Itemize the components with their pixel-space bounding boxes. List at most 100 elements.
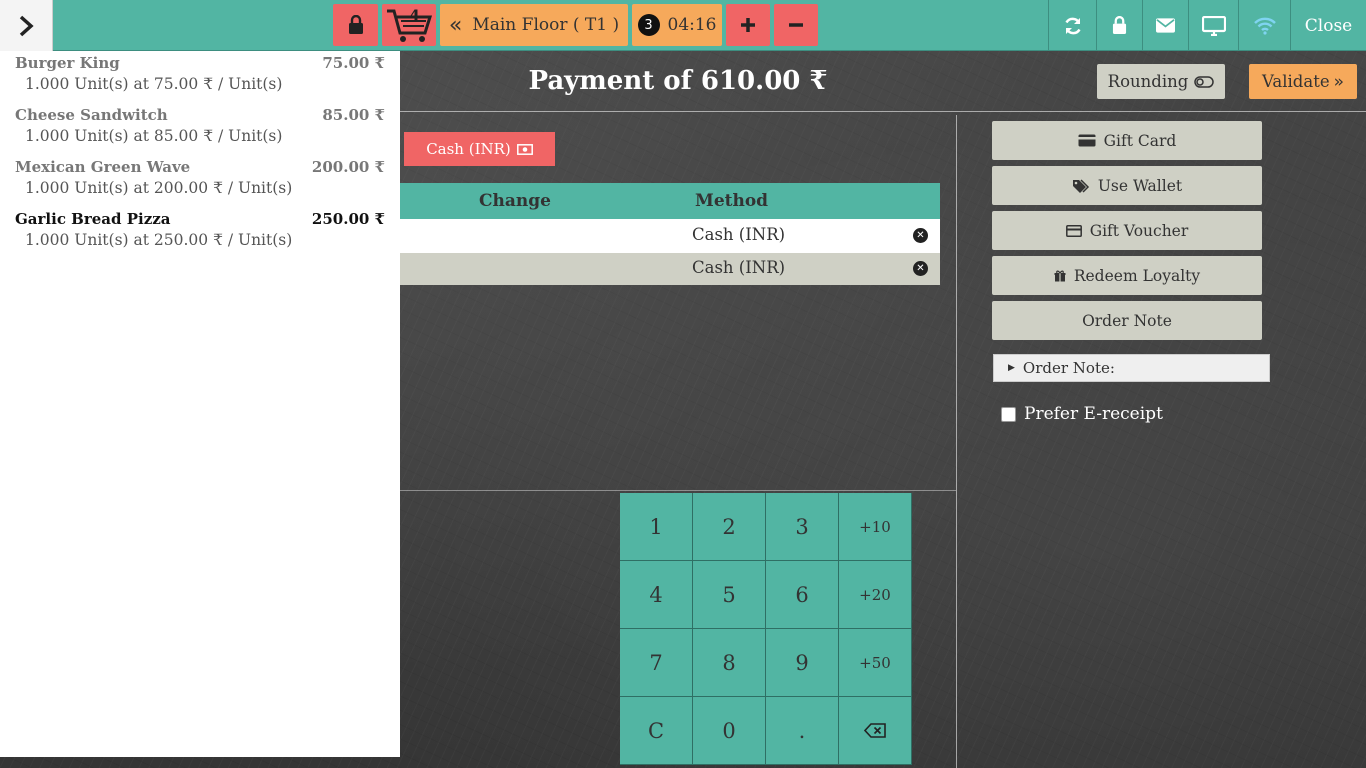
- lock-order-button[interactable]: [333, 4, 378, 46]
- numpad-key-8[interactable]: 8: [693, 629, 766, 697]
- payment-line-method: Cash (INR): [692, 258, 786, 277]
- numpad-key-4[interactable]: 4: [620, 561, 693, 629]
- use-wallet-label: Use Wallet: [1097, 176, 1183, 195]
- numpad-key-0[interactable]: 0: [693, 697, 766, 765]
- numpad-key-5[interactable]: 5: [693, 561, 766, 629]
- plus-icon: [741, 18, 755, 32]
- order-line-price: 200.00 ₹: [311, 158, 385, 176]
- numpad-key-backspace[interactable]: [839, 697, 912, 765]
- order-line[interactable]: Burger King 75.00 ₹ 1.000 Unit(s) at 75.…: [15, 54, 385, 93]
- numpad-key-clear[interactable]: C: [620, 697, 693, 765]
- numpad-key-2[interactable]: 2: [693, 493, 766, 561]
- column-header-method: Method: [695, 191, 769, 211]
- wifi-icon: [1253, 17, 1276, 35]
- double-chevron-right-icon: »: [1333, 71, 1344, 92]
- toggle-off-icon: [1194, 75, 1215, 88]
- close-label: Close: [1304, 15, 1353, 36]
- monitor-icon: [1201, 15, 1226, 36]
- order-selector[interactable]: 3 04:16: [632, 4, 722, 46]
- gift-voucher-button[interactable]: Gift Voucher: [992, 211, 1262, 250]
- gift-card-label: Gift Card: [1103, 131, 1177, 150]
- double-chevron-left-icon: «: [448, 12, 463, 38]
- payment-method-cash-button[interactable]: Cash (INR): [404, 132, 555, 166]
- refresh-icon: [1064, 17, 1081, 34]
- credit-card-outline-icon: [1065, 224, 1082, 237]
- order-line[interactable]: Cheese Sandwitch 85.00 ₹ 1.000 Unit(s) a…: [15, 106, 385, 145]
- numpad-key-plus-50[interactable]: +50: [839, 629, 912, 697]
- lock-screen-button[interactable]: [1096, 0, 1142, 51]
- payment-line-row[interactable]: Cash (INR) ✕: [400, 253, 940, 285]
- add-order-button[interactable]: [726, 4, 770, 46]
- connection-status[interactable]: [1238, 0, 1290, 51]
- cart-button[interactable]: 4: [382, 4, 436, 46]
- rounding-button[interactable]: Rounding: [1097, 64, 1225, 99]
- gift-card-button[interactable]: Gift Card: [992, 121, 1262, 160]
- lock-icon: [348, 15, 363, 34]
- column-header-change: Change: [479, 191, 551, 211]
- gift-voucher-label: Gift Voucher: [1089, 221, 1189, 240]
- sync-button[interactable]: [1048, 0, 1096, 51]
- floor-button[interactable]: « Main Floor ( T1 ): [440, 4, 628, 46]
- order-line[interactable]: Mexican Green Wave 200.00 ₹ 1.000 Unit(s…: [15, 158, 385, 197]
- order-note-label: Order Note: [1082, 311, 1172, 330]
- use-wallet-button[interactable]: Use Wallet: [992, 166, 1262, 205]
- rounding-label: Rounding: [1107, 72, 1189, 91]
- prefer-ereceipt-checkbox[interactable]: [1001, 406, 1016, 422]
- numpad-key-plus-10[interactable]: +10: [839, 493, 912, 561]
- toggle-sidebar-button[interactable]: [0, 0, 53, 51]
- payment-method-label: Cash (INR): [426, 140, 511, 158]
- order-line-quantity: 1.000 Unit(s) at 85.00 ₹ / Unit(s): [25, 127, 283, 145]
- prefer-ereceipt-option[interactable]: Prefer E-receipt: [1001, 404, 1163, 424]
- order-line-price: 85.00 ₹: [322, 106, 385, 124]
- order-line-selected[interactable]: Garlic Bread Pizza 250.00 ₹ 1.000 Unit(s…: [15, 210, 385, 249]
- numpad-key-1[interactable]: 1: [620, 493, 693, 561]
- floor-label: Main Floor ( T1 ): [472, 15, 620, 35]
- remove-order-button[interactable]: [774, 4, 818, 46]
- numpad-key-9[interactable]: 9: [766, 629, 839, 697]
- order-summary-panel: Burger King 75.00 ₹ 1.000 Unit(s) at 75.…: [0, 51, 400, 757]
- order-line-quantity: 1.000 Unit(s) at 75.00 ₹ / Unit(s): [25, 75, 283, 93]
- order-line-quantity: 1.000 Unit(s) at 250.00 ₹ / Unit(s): [25, 231, 293, 249]
- validate-button[interactable]: Validate »: [1249, 64, 1357, 99]
- customer-display-button[interactable]: [1188, 0, 1238, 51]
- divider: [956, 115, 957, 768]
- order-note-button[interactable]: Order Note: [992, 301, 1262, 340]
- numpad-key-decimal[interactable]: .: [766, 697, 839, 765]
- top-bar: 4 « Main Floor ( T1 ) 3 04:16 Close: [0, 0, 1366, 51]
- validate-label: Validate: [1262, 72, 1330, 91]
- remove-payment-line-icon[interactable]: ✕: [913, 261, 928, 276]
- order-note-field-label: Order Note:: [1022, 359, 1115, 377]
- numpad-key-plus-20[interactable]: +20: [839, 561, 912, 629]
- caret-right-icon: ▶: [1008, 363, 1015, 373]
- chevron-right-icon: [19, 15, 34, 36]
- order-line-price: 250.00 ₹: [311, 210, 385, 228]
- payment-lines-table: Change Method Cash (INR) ✕ Cash (INR) ✕: [400, 183, 940, 285]
- backspace-icon: [864, 723, 886, 738]
- lock-icon: [1112, 16, 1127, 34]
- numpad-key-7[interactable]: 7: [620, 629, 693, 697]
- envelope-icon: [1156, 18, 1175, 33]
- tags-icon: [1072, 178, 1089, 193]
- redeem-loyalty-button[interactable]: Redeem Loyalty: [992, 256, 1262, 295]
- payment-line-method: Cash (INR): [692, 225, 786, 244]
- order-time: 04:16: [667, 15, 717, 35]
- order-note-collapsible[interactable]: ▶ Order Note:: [993, 354, 1270, 382]
- cart-count: 4: [409, 6, 421, 25]
- cash-icon: [516, 143, 533, 155]
- table-header: Change Method: [400, 183, 940, 219]
- payment-line-row[interactable]: Cash (INR) ✕: [400, 219, 940, 253]
- divider: [400, 490, 956, 491]
- messages-button[interactable]: [1142, 0, 1188, 51]
- minus-icon: [789, 23, 803, 27]
- payment-title: Payment of 610.00 ₹: [528, 66, 828, 96]
- numpad-key-6[interactable]: 6: [766, 561, 839, 629]
- numpad-key-3[interactable]: 3: [766, 493, 839, 561]
- divider: [400, 111, 1366, 112]
- numpad: 1 2 3 +10 4 5 6 +20 7 8 9 +50 C 0 .: [620, 493, 912, 765]
- prefer-ereceipt-label: Prefer E-receipt: [1024, 404, 1163, 424]
- gift-icon: [1054, 270, 1066, 281]
- order-line-price: 75.00 ₹: [322, 54, 385, 72]
- remove-payment-line-icon[interactable]: ✕: [913, 228, 928, 243]
- close-button[interactable]: Close: [1290, 0, 1366, 51]
- redeem-loyalty-label: Redeem Loyalty: [1073, 266, 1201, 285]
